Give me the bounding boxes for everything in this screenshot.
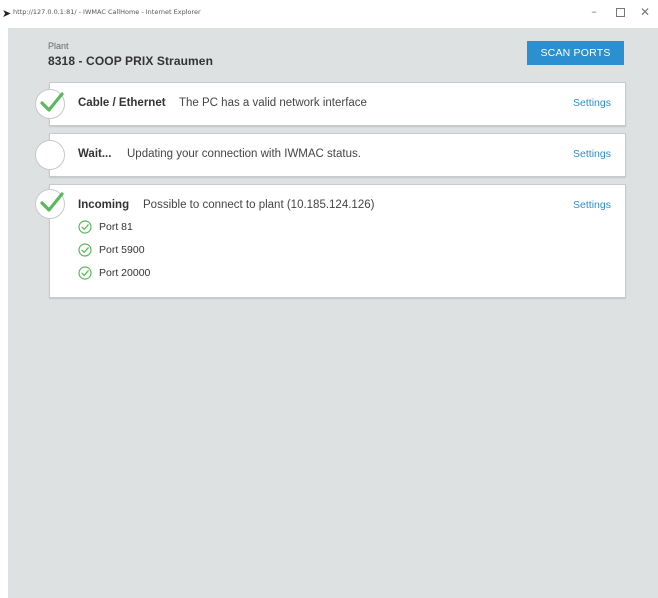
status-card-wait: Wait... Updating your connection with IW… [35,133,626,177]
app-content: Plant 8318 - COOP PRIX Straumen SCAN POR… [8,28,658,598]
check-circle-icon [78,243,92,257]
check-circle-icon [78,266,92,280]
plant-name: 8318 - COOP PRIX Straumen [48,54,214,68]
status-card-incoming: Incoming Possible to connect to plant (1… [35,184,626,298]
window-title-bar: ➤ http://127.0.0.1:81/ - IWMAC CallHome … [0,0,658,28]
status-ok-circle [35,189,65,219]
settings-link[interactable]: Settings [573,97,611,109]
minimize-button[interactable]: – [586,4,602,20]
window-title: http://127.0.0.1:81/ - IWMAC CallHome - … [13,8,201,16]
card-title: Incoming [78,199,130,211]
plant-label: Plant [48,41,69,51]
check-circle-icon [78,220,92,234]
port-item: Port 5900 [78,242,145,258]
settings-link[interactable]: Settings [573,148,611,160]
port-label: Port 5900 [99,244,145,256]
maximize-icon [615,8,625,17]
port-label: Port 81 [99,221,133,233]
checkmark-icon [40,192,64,212]
port-item: Port 81 [78,219,133,235]
port-item: Port 20000 [78,265,150,281]
card-title: Cable / Ethernet [78,97,166,109]
status-ok-circle [35,89,65,119]
settings-link[interactable]: Settings [573,199,611,211]
card-description: Possible to connect to plant (10.185.124… [143,199,375,211]
maximize-button[interactable] [612,4,628,20]
card-title: Wait... [78,148,112,160]
close-button[interactable]: ✕ [637,4,653,20]
port-label: Port 20000 [99,267,151,279]
cursor-icon: ➤ [2,7,12,20]
card-description: Updating your connection with IWMAC stat… [127,148,361,160]
card-description: The PC has a valid network interface [179,97,367,109]
checkmark-icon [40,92,64,112]
scan-ports-button[interactable]: SCAN PORTS [527,41,624,65]
status-card-cable-ethernet: Cable / Ethernet The PC has a valid netw… [35,82,626,126]
status-pending-circle [35,140,65,170]
